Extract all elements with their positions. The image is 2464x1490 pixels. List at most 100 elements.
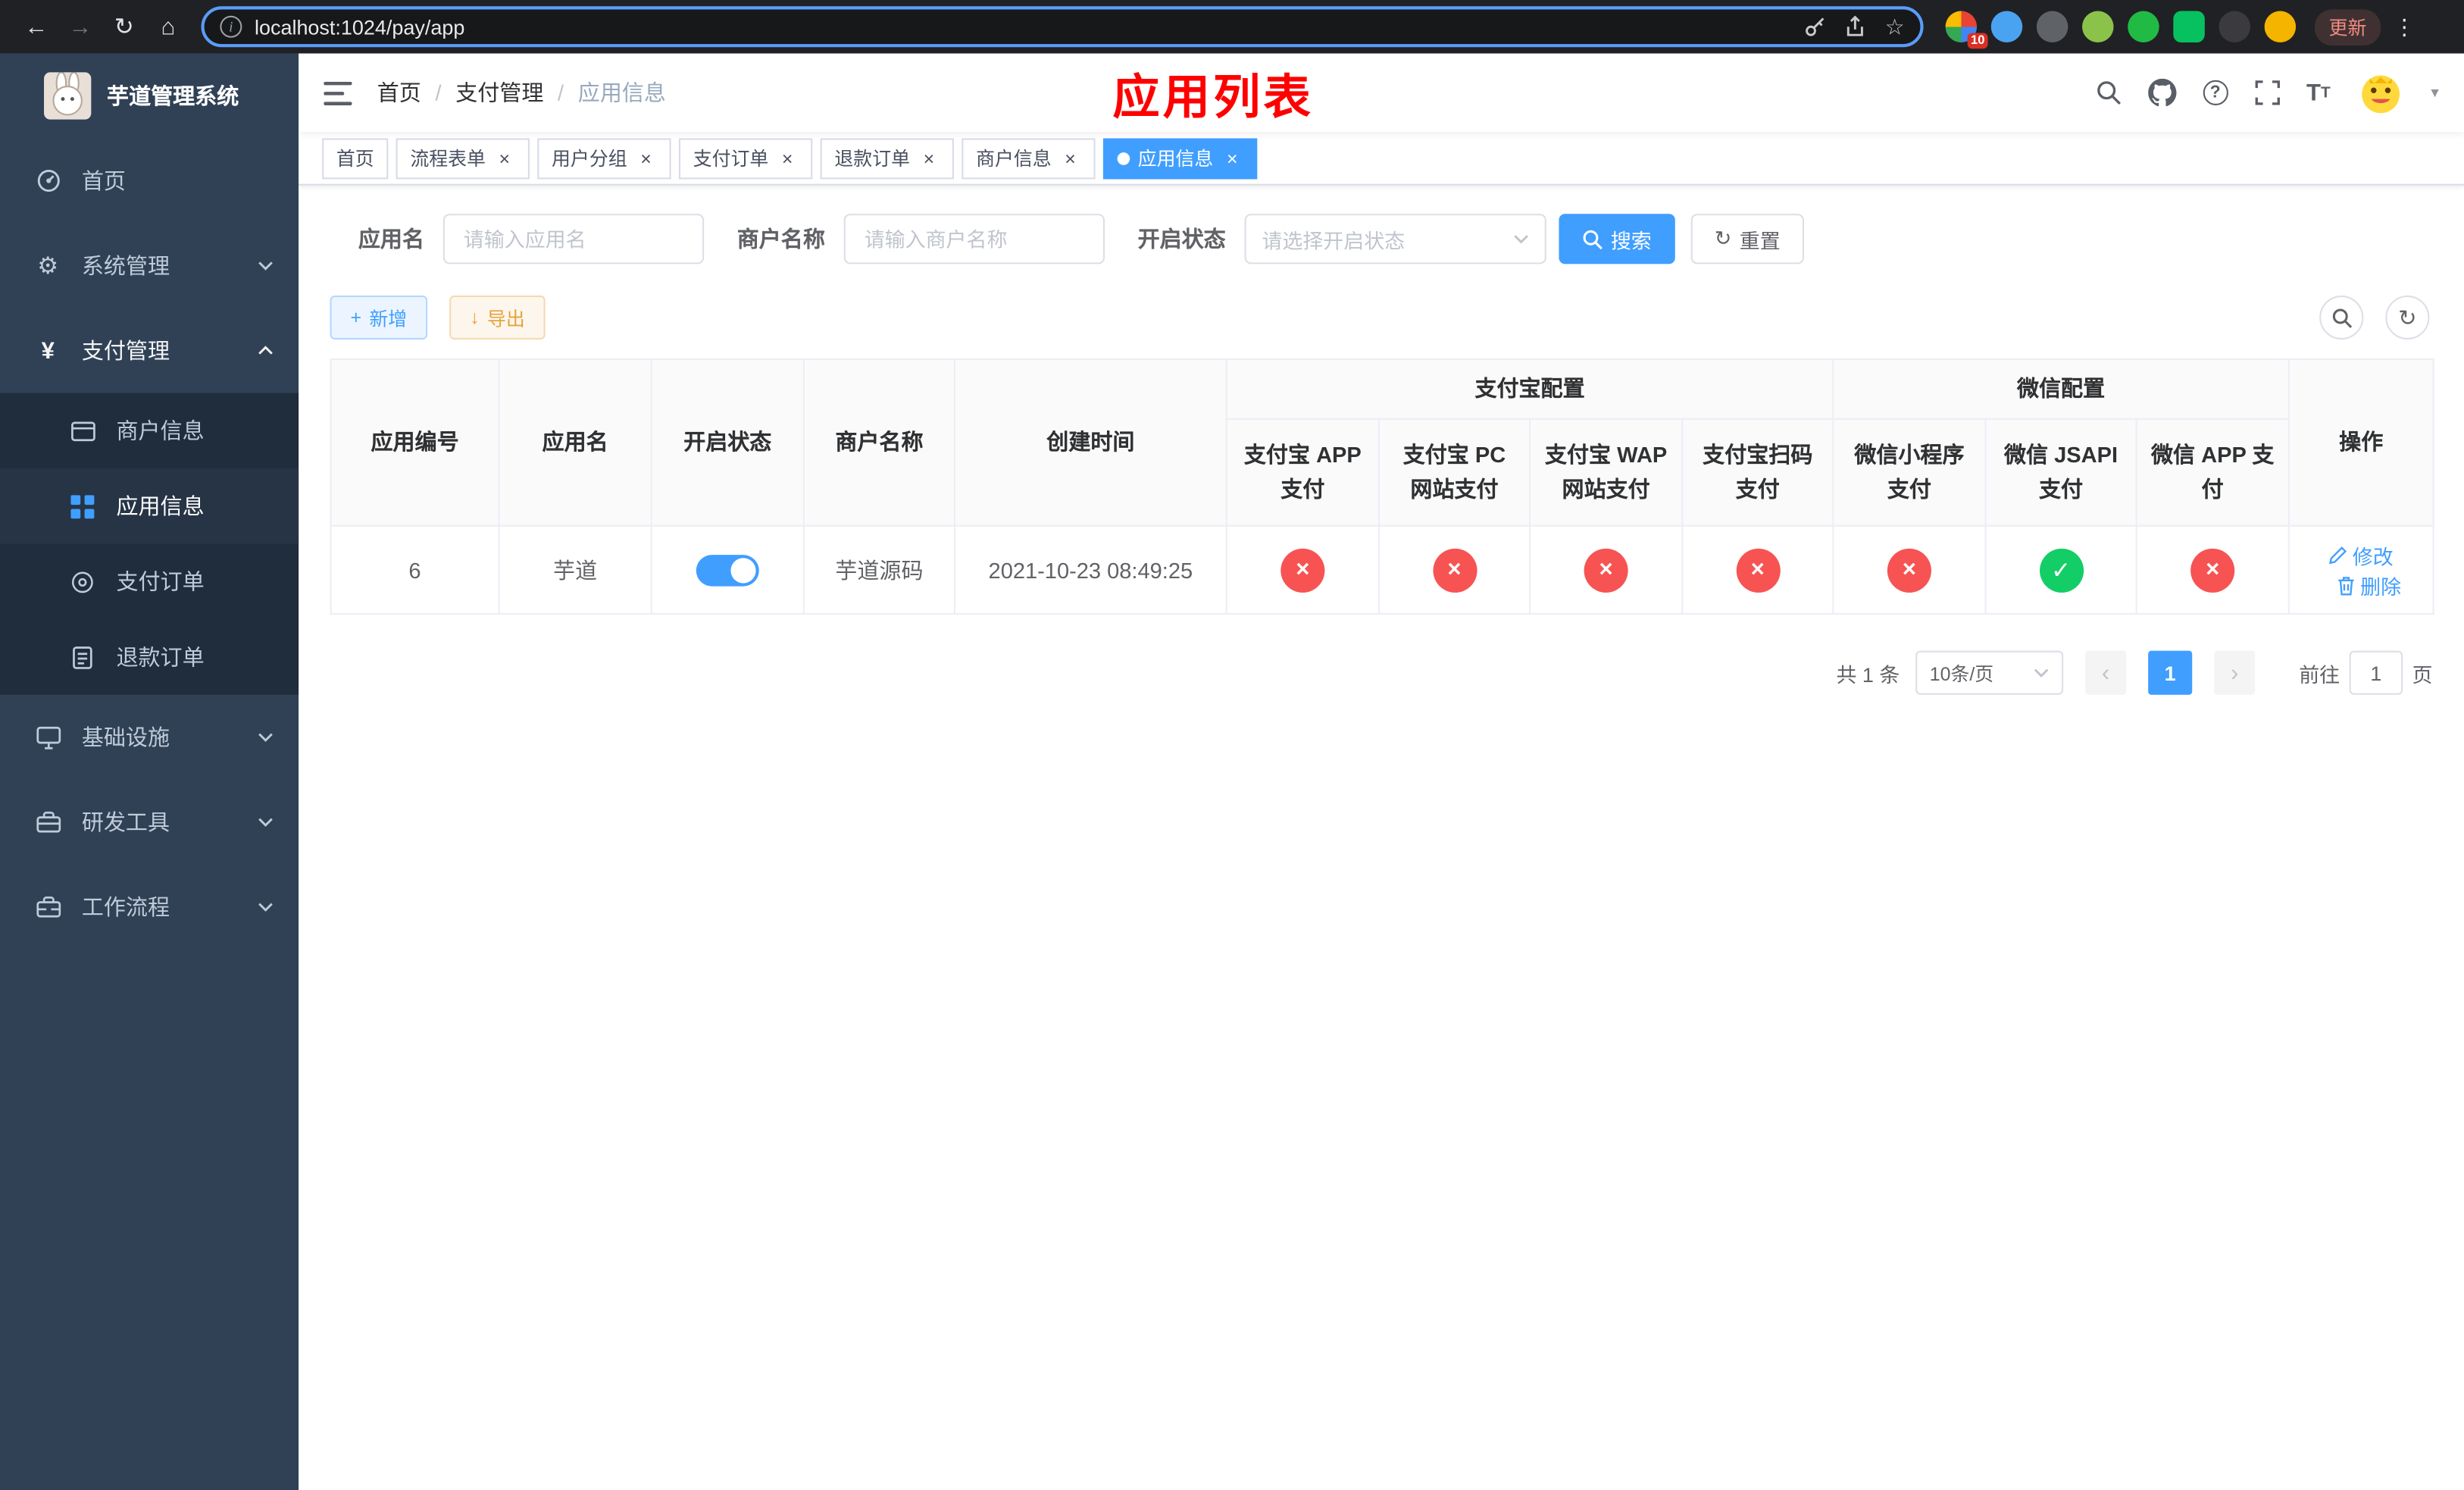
- extension-icon[interactable]: 10: [1945, 11, 1988, 49]
- browser-update-button[interactable]: 更新: [2315, 8, 2381, 45]
- next-page-button[interactable]: ›: [2214, 650, 2256, 695]
- alipay-app-status-off-icon: ×: [1280, 547, 1325, 592]
- current-page-button[interactable]: 1: [2148, 650, 2193, 695]
- col-alipay-qr: 支付宝扫码支付: [1681, 418, 1834, 527]
- extension-icon[interactable]: [2082, 11, 2114, 42]
- tab-close-icon[interactable]: ×: [635, 147, 657, 169]
- status-toggle[interactable]: [696, 554, 759, 586]
- edit-pencil-icon: [2329, 546, 2347, 565]
- font-size-icon[interactable]: TT: [2306, 80, 2331, 106]
- breadcrumb-separator: /: [435, 80, 442, 105]
- refresh-icon: ↻: [2398, 304, 2417, 330]
- tab-close-icon[interactable]: ×: [777, 147, 799, 169]
- share-icon[interactable]: [1846, 15, 1866, 38]
- tab-close-icon[interactable]: ×: [918, 147, 940, 169]
- cell-merchant-name: 芋道源码: [802, 524, 955, 615]
- search-icon: [1583, 229, 1603, 249]
- export-button[interactable]: ↓ 导出: [449, 295, 546, 340]
- password-key-icon[interactable]: [1805, 16, 1827, 38]
- toolbox-icon: [35, 811, 61, 833]
- reset-button[interactable]: ↻ 重置: [1690, 214, 1804, 265]
- breadcrumb-payment[interactable]: 支付管理: [455, 77, 543, 108]
- browser-reload-icon[interactable]: ↻: [104, 6, 145, 47]
- pagination-total: 共 1 条: [1836, 662, 1900, 687]
- prev-page-button[interactable]: ‹: [2085, 650, 2127, 695]
- app-name-input[interactable]: [442, 214, 705, 265]
- browser-back-icon[interactable]: ←: [16, 6, 57, 47]
- breadcrumb-current: 应用信息: [577, 80, 666, 105]
- tab-pay-order[interactable]: 支付订单 ×: [679, 137, 813, 179]
- avatar-caret-icon[interactable]: ▾: [2431, 84, 2438, 102]
- delete-link[interactable]: 删除: [2337, 570, 2401, 599]
- tab-home[interactable]: 首页: [322, 137, 389, 179]
- browser-toolbar: ← → ↻ ⌂ i localhost:1024/pay/app ☆ 10 更新…: [0, 0, 2464, 54]
- url-text: localhost:1024/pay/app: [254, 14, 465, 39]
- extension-icon[interactable]: [2173, 11, 2205, 42]
- page-size-select[interactable]: 10条/页: [1915, 650, 2064, 695]
- site-info-icon[interactable]: i: [220, 15, 242, 38]
- breadcrumb-separator: /: [558, 80, 564, 105]
- tab-app-info[interactable]: 应用信息 ×: [1103, 137, 1258, 179]
- sidebar-item-infra[interactable]: 基础设施: [0, 695, 299, 780]
- status-select[interactable]: 请选择开启状态: [1244, 214, 1546, 265]
- tab-process-form[interactable]: 流程表单 ×: [396, 137, 530, 179]
- col-actions: 操作: [2287, 358, 2434, 527]
- sidebar-item-pay-order[interactable]: 支付订单: [0, 544, 299, 620]
- extension-icon[interactable]: [2264, 11, 2297, 42]
- sidebar-submenu-payment: 商户信息 应用信息 支付订单 退款订单: [0, 393, 299, 695]
- browser-home-icon[interactable]: ⌂: [148, 6, 189, 47]
- app-logo[interactable]: 芋道管理系统: [0, 54, 299, 139]
- address-bar[interactable]: i localhost:1024/pay/app ☆: [201, 6, 1924, 48]
- toggle-search-button[interactable]: [2319, 295, 2364, 340]
- screen: ← → ↻ ⌂ i localhost:1024/pay/app ☆ 10 更新…: [0, 0, 2464, 1490]
- sidebar-item-refund-order[interactable]: 退款订单: [0, 619, 299, 695]
- tab-close-icon[interactable]: ×: [1059, 147, 1081, 169]
- search-button[interactable]: 搜索: [1559, 214, 1675, 265]
- refresh-table-button[interactable]: ↻: [2385, 295, 2430, 340]
- breadcrumb-home[interactable]: 首页: [377, 77, 421, 108]
- extension-icon[interactable]: [2128, 11, 2159, 42]
- search-icon[interactable]: [2096, 80, 2121, 105]
- sidebar-item-home[interactable]: 首页: [0, 139, 299, 224]
- sidebar-item-label: 首页: [81, 167, 126, 194]
- sidebar-item-merchant-info[interactable]: 商户信息: [0, 393, 299, 469]
- grid-icon: [69, 494, 95, 518]
- cell-create-time: 2021-10-23 08:49:25: [953, 524, 1227, 615]
- sidebar-item-label: 基础设施: [81, 725, 170, 750]
- github-icon[interactable]: [2147, 78, 2176, 107]
- sidebar-item-system[interactable]: ⚙ 系统管理: [0, 224, 299, 308]
- bookmark-star-icon[interactable]: ☆: [1885, 14, 1905, 40]
- merchant-name-label: 商户名称: [736, 226, 825, 252]
- chevron-down-icon: [258, 261, 274, 271]
- tab-refund-order[interactable]: 退款订单 ×: [820, 137, 955, 179]
- sidebar-item-app-info[interactable]: 应用信息: [0, 468, 299, 544]
- extension-icon[interactable]: [1990, 11, 2023, 42]
- app-name-label: 应用名: [358, 226, 424, 252]
- tab-close-icon[interactable]: ×: [493, 147, 515, 169]
- alipay-qr-status-off-icon: ×: [1735, 547, 1780, 592]
- browser-forward-icon[interactable]: →: [60, 6, 101, 47]
- merchant-name-input[interactable]: [843, 214, 1105, 265]
- edit-link[interactable]: 修改: [2329, 540, 2394, 569]
- browser-menu-icon[interactable]: ⋮: [2394, 14, 2416, 40]
- help-icon[interactable]: ?: [2203, 80, 2228, 105]
- breadcrumb: 首页 / 支付管理 / 应用信息: [377, 77, 666, 108]
- sidebar-item-payment[interactable]: ¥ 支付管理: [0, 308, 299, 393]
- sidebar-item-dev-tools[interactable]: 研发工具: [0, 780, 299, 865]
- tab-close-icon[interactable]: ×: [1221, 147, 1243, 169]
- tab-user-group[interactable]: 用户分组 ×: [537, 137, 671, 179]
- tab-merchant-info[interactable]: 商户信息 ×: [962, 137, 1096, 179]
- alipay-pc-status-off-icon: ×: [1432, 547, 1477, 592]
- hamburger-icon[interactable]: [324, 80, 352, 105]
- goto-page-input[interactable]: [2349, 650, 2403, 695]
- alipay-wap-status-off-icon: ×: [1584, 547, 1628, 592]
- sidebar-item-workflow[interactable]: 工作流程: [0, 865, 299, 950]
- user-avatar[interactable]: [2356, 69, 2405, 117]
- chevron-down-icon: [258, 732, 274, 742]
- fullscreen-icon[interactable]: [2254, 80, 2280, 105]
- extension-icon[interactable]: [2219, 11, 2250, 42]
- sidebar: 芋道管理系统 首页 ⚙ 系统管理 ¥ 支付管理 商户信息 应用信息 支付订单 退…: [0, 53, 299, 1490]
- extension-icon[interactable]: [2036, 11, 2068, 42]
- add-button[interactable]: + 新增: [330, 295, 428, 340]
- sidebar-item-label: 退款订单: [116, 644, 205, 670]
